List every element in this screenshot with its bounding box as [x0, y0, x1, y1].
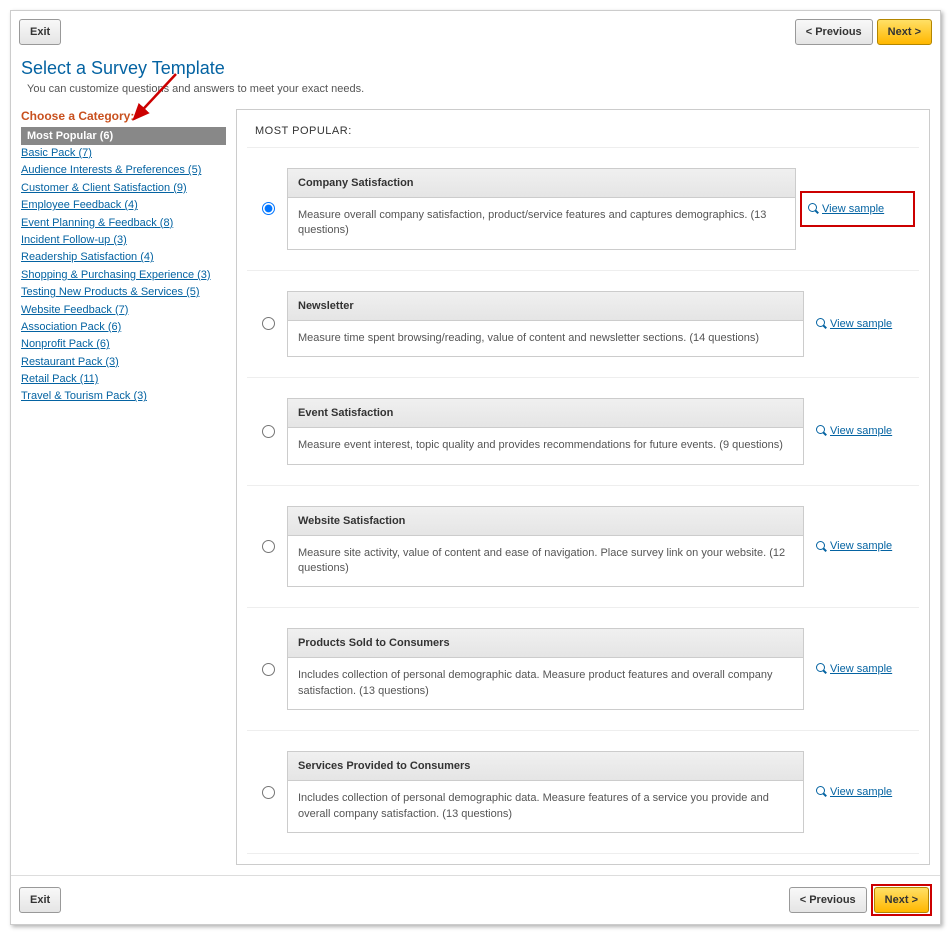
template-description: Measure overall company satisfaction, pr… — [288, 198, 795, 249]
category-sidebar: Choose a Category: Most Popular (6) Basi… — [21, 109, 226, 406]
template-card: Event SatisfactionMeasure event interest… — [287, 398, 804, 464]
template-title: Company Satisfaction — [288, 169, 795, 198]
template-description: Includes collection of personal demograp… — [288, 781, 803, 832]
template-card: Products Sold to ConsumersIncludes colle… — [287, 628, 804, 710]
template-radio[interactable] — [262, 202, 275, 215]
template-title: Website Satisfaction — [288, 507, 803, 536]
wizard-container: Exit < Previous Next > Select a Survey T… — [10, 10, 941, 925]
magnifier-icon — [816, 425, 828, 437]
top-toolbar: Exit < Previous Next > — [11, 11, 940, 53]
exit-button[interactable]: Exit — [19, 19, 61, 45]
magnifier-icon — [808, 203, 820, 215]
category-link[interactable]: Employee Feedback (4) — [21, 197, 226, 214]
magnifier-icon — [816, 541, 828, 553]
view-sample-link[interactable]: View sample — [830, 786, 892, 798]
template-description: Measure site activity, value of content … — [288, 536, 803, 587]
template-description: Includes collection of personal demograp… — [288, 658, 803, 709]
magnifier-icon — [816, 786, 828, 798]
previous-button[interactable]: < Previous — [795, 19, 873, 45]
view-sample-link[interactable]: View sample — [830, 540, 892, 552]
view-sample-link[interactable]: View sample — [822, 203, 884, 215]
exit-button-bottom[interactable]: Exit — [19, 887, 61, 913]
template-row: Services Provided to ConsumersIncludes c… — [247, 730, 919, 854]
category-link[interactable]: Restaurant Pack (3) — [21, 354, 226, 371]
category-link[interactable]: Retail Pack (11) — [21, 371, 226, 388]
template-title: Products Sold to Consumers — [288, 629, 803, 658]
template-radio[interactable] — [262, 663, 275, 676]
category-link[interactable]: Shopping & Purchasing Experience (3) — [21, 267, 226, 284]
template-radio[interactable] — [262, 425, 275, 438]
template-title: Services Provided to Consumers — [288, 752, 803, 781]
category-link[interactable]: Website Feedback (7) — [21, 302, 226, 319]
category-link[interactable]: Association Pack (6) — [21, 319, 226, 336]
template-radio[interactable] — [262, 540, 275, 553]
template-row: Products Sold to ConsumersIncludes colle… — [247, 607, 919, 730]
next-button-bottom[interactable]: Next > — [874, 887, 929, 913]
template-description: Measure time spent browsing/reading, val… — [288, 321, 803, 356]
category-link[interactable]: Readership Satisfaction (4) — [21, 249, 226, 266]
choose-category-label: Choose a Category: — [21, 109, 226, 123]
category-link[interactable]: Customer & Client Satisfaction (9) — [21, 180, 226, 197]
category-link[interactable]: Audience Interests & Preferences (5) — [21, 162, 226, 179]
bottom-toolbar: Exit < Previous Next > — [11, 875, 940, 924]
templates-panel: MOST POPULAR: Company SatisfactionMeasur… — [236, 109, 930, 865]
category-link[interactable]: Travel & Tourism Pack (3) — [21, 388, 226, 405]
previous-button-bottom[interactable]: < Previous — [789, 887, 867, 913]
category-link[interactable]: Nonprofit Pack (6) — [21, 336, 226, 353]
template-title: Event Satisfaction — [288, 399, 803, 428]
template-card: Services Provided to ConsumersIncludes c… — [287, 751, 804, 833]
template-title: Newsletter — [288, 292, 803, 321]
template-radio[interactable] — [262, 317, 275, 330]
template-description: Measure event interest, topic quality an… — [288, 428, 803, 463]
template-radio[interactable] — [262, 786, 275, 799]
template-card: Website SatisfactionMeasure site activit… — [287, 506, 804, 588]
view-sample-link[interactable]: View sample — [830, 318, 892, 330]
category-link[interactable]: Basic Pack (7) — [21, 145, 226, 162]
category-link[interactable]: Testing New Products & Services (5) — [21, 284, 226, 301]
template-row: Event SatisfactionMeasure event interest… — [247, 377, 919, 484]
template-row: Company SatisfactionMeasure overall comp… — [247, 147, 919, 270]
template-row: NewsletterMeasure time spent browsing/re… — [247, 270, 919, 377]
category-selected[interactable]: Most Popular (6) — [21, 127, 226, 145]
page-subtitle: You can customize questions and answers … — [27, 83, 930, 95]
template-card: NewsletterMeasure time spent browsing/re… — [287, 291, 804, 357]
category-link[interactable]: Event Planning & Feedback (8) — [21, 215, 226, 232]
page-title: Select a Survey Template — [21, 58, 930, 79]
magnifier-icon — [816, 663, 828, 675]
template-row: Website SatisfactionMeasure site activit… — [247, 485, 919, 608]
section-heading: MOST POPULAR: — [255, 125, 919, 137]
template-card: Company SatisfactionMeasure overall comp… — [287, 168, 796, 250]
next-button[interactable]: Next > — [877, 19, 932, 45]
view-sample-link[interactable]: View sample — [830, 663, 892, 675]
magnifier-icon — [816, 318, 828, 330]
view-sample-link[interactable]: View sample — [830, 425, 892, 437]
category-link[interactable]: Incident Follow-up (3) — [21, 232, 226, 249]
